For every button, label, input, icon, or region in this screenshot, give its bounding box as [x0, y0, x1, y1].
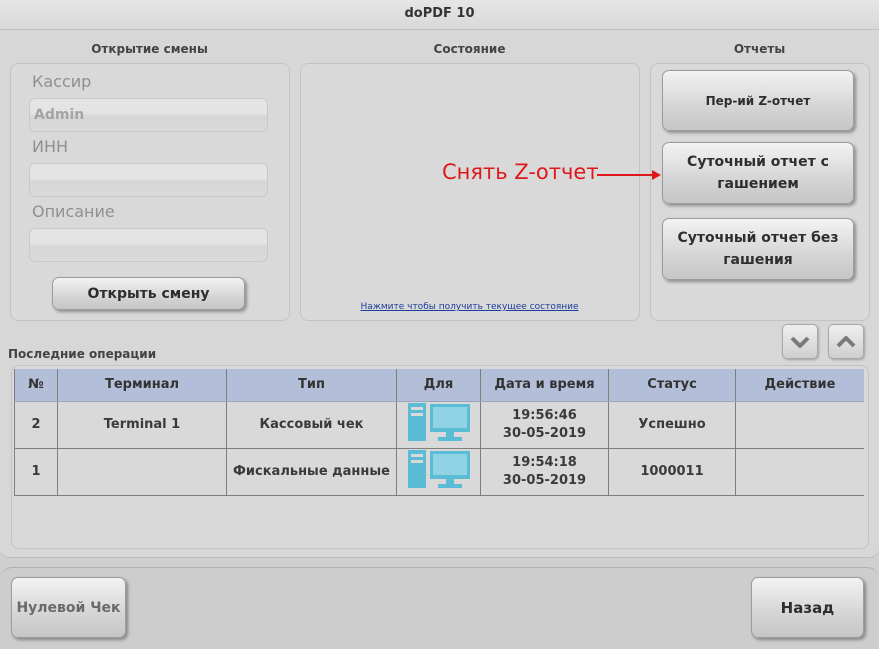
annotation-arrow-line [597, 174, 655, 176]
row-status: Успешно [608, 401, 736, 449]
row-date: 30-05-2019 [502, 472, 587, 488]
back-button[interactable]: Назад [751, 577, 864, 638]
daily-report-without-clearing-button[interactable]: Суточный отчет без гашения [662, 218, 854, 280]
cashier-label: Кассир [32, 72, 92, 91]
row-terminal: Terminal 1 [57, 401, 227, 449]
state-title: Состояние [433, 42, 506, 56]
operations-table: № Терминал Тип Для Дата и время Статус Д… [14, 369, 864, 496]
row-datetime: 19:56:46 30-05-2019 [480, 401, 609, 449]
row-terminal [57, 448, 227, 496]
table-header-row: № Терминал Тип Для Дата и время Статус Д… [14, 369, 864, 402]
main-window: Открытие смены Состояние Отчеты Кассир И… [0, 30, 879, 558]
row-time: 19:56:46 [512, 407, 577, 423]
row-type: Кассовый чек [226, 401, 397, 449]
row-action[interactable] [735, 448, 864, 496]
inn-field[interactable] [29, 163, 268, 197]
row-action[interactable] [735, 401, 864, 449]
window-title: doPDF 10 [0, 0, 879, 30]
column-header-datetime[interactable]: Дата и время [480, 369, 609, 402]
row-type: Фискальные данные [226, 448, 397, 496]
description-field[interactable] [29, 228, 268, 262]
row-time: 19:54:18 [512, 454, 577, 470]
row-datetime: 19:54:18 30-05-2019 [480, 448, 609, 496]
cashier-field[interactable] [29, 98, 268, 132]
operations-title: Последние операции [8, 347, 157, 361]
scroll-up-button[interactable] [828, 324, 864, 359]
column-header-action[interactable]: Действие [735, 369, 864, 402]
operations-table-container: № Терминал Тип Для Дата и время Статус Д… [11, 365, 869, 549]
column-header-for[interactable]: Для [396, 369, 481, 402]
column-header-type[interactable]: Тип [226, 369, 397, 402]
reports-title: Отчеты [733, 42, 786, 56]
row-for [396, 448, 481, 496]
daily-report-with-clearing-button[interactable]: Суточный отчет с гашением [662, 142, 854, 204]
state-panel [300, 63, 640, 321]
row-status: 1000011 [608, 448, 736, 496]
chevron-down-icon [790, 336, 810, 348]
previous-z-report-button[interactable]: Пер-ий Z-отчет [662, 70, 854, 131]
column-header-terminal[interactable]: Терминал [57, 369, 227, 402]
computers-icon [407, 449, 470, 488]
annotation-arrow-icon [652, 170, 661, 180]
zero-check-button[interactable]: Нулевой Чек [11, 577, 126, 638]
inn-label: ИНН [32, 137, 69, 156]
footer-bar [0, 567, 879, 649]
row-number: 2 [14, 401, 58, 449]
description-label: Описание [32, 202, 115, 221]
chevron-up-icon [836, 335, 856, 347]
row-number: 1 [14, 448, 58, 496]
column-header-number[interactable]: № [14, 369, 58, 402]
computers-icon [407, 402, 470, 441]
row-date: 30-05-2019 [502, 425, 587, 441]
scroll-down-button[interactable] [782, 324, 818, 359]
open-shift-title: Открытие смены [91, 42, 208, 56]
table-row[interactable]: 1 Фискальные данные 19:54:18 30-05-2019 … [14, 448, 864, 496]
column-header-status[interactable]: Статус [608, 369, 736, 402]
open-shift-button[interactable]: Открыть смену [52, 277, 245, 310]
table-row[interactable]: 2 Terminal 1 Кассовый чек 19:56:46 30-05… [14, 401, 864, 449]
row-for [396, 401, 481, 449]
annotation-label: Снять Z-отчет [442, 160, 599, 184]
get-state-link[interactable]: Нажмите чтобы получить текущее состояние [300, 302, 639, 312]
